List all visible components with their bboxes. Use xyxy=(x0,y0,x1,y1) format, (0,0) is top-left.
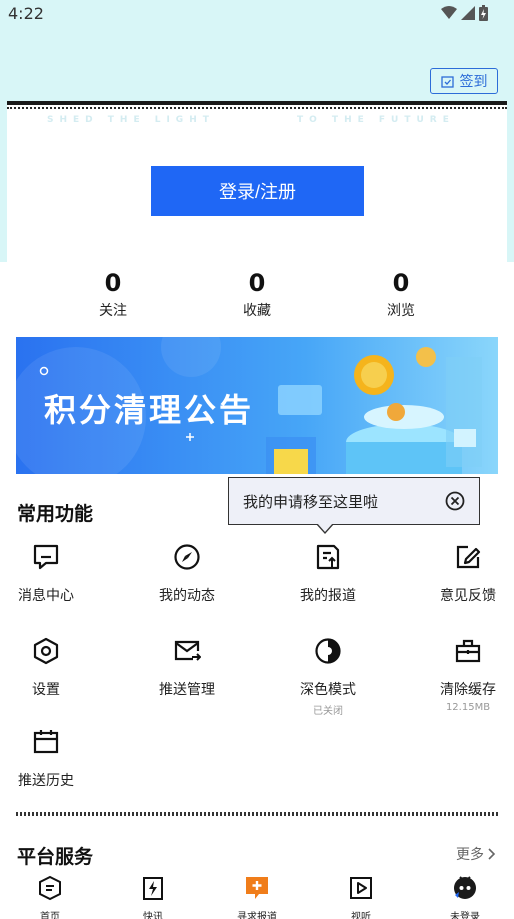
stat-value: 0 xyxy=(104,269,122,297)
feedback-button[interactable]: 意见反馈 xyxy=(418,543,514,605)
close-icon[interactable] xyxy=(445,491,465,511)
calendar-icon xyxy=(33,730,59,754)
flash-icon xyxy=(143,877,163,900)
stat-value: 0 xyxy=(392,269,410,297)
home-icon xyxy=(39,875,61,901)
battery-icon xyxy=(479,5,488,21)
tooltip-bubble: 我的申请移至这里啦 xyxy=(228,477,480,525)
wifi-icon xyxy=(441,6,457,19)
system-icons xyxy=(441,5,488,21)
push-management-button[interactable]: 推送管理 xyxy=(137,637,237,699)
compass-icon xyxy=(174,544,200,570)
checkin-button[interactable]: 签到 xyxy=(430,68,498,94)
banner-title: 积分清理公告 xyxy=(44,391,255,429)
dark-mode-status: 已关闭 xyxy=(313,706,343,717)
stat-favorites[interactable]: 0 收藏 xyxy=(207,268,307,320)
message-icon xyxy=(33,544,59,570)
bottom-navigation: 首页 快讯 寻求报道 视听 未登录 xyxy=(0,873,514,919)
nav-label: 寻求报道 xyxy=(237,912,277,919)
push-history-button[interactable]: 推送历史 xyxy=(0,728,96,790)
chevron-right-icon xyxy=(488,848,496,860)
dark-mode-button[interactable]: 深色模式 已关闭 xyxy=(278,637,378,717)
tooltip-text: 我的申请移至这里啦 xyxy=(243,492,379,511)
function-label: 我的动态 xyxy=(159,588,215,604)
login-register-button[interactable]: 登录/注册 xyxy=(151,166,364,216)
profile-page: 4:22 签到 SHED THE LIGHT TO THE FUTURE 登录/… xyxy=(0,0,514,919)
function-label: 深色模式 xyxy=(300,682,356,698)
nav-label: 未登录 xyxy=(450,912,480,919)
stat-label: 收藏 xyxy=(243,303,271,319)
slogan-right: TO THE FUTURE xyxy=(297,115,455,125)
more-link[interactable]: 更多 xyxy=(456,844,496,864)
stat-history[interactable]: 0 浏览 xyxy=(351,268,451,320)
platform-services-title: 平台服务 xyxy=(17,846,94,868)
card-top-border xyxy=(7,101,507,105)
points-banner[interactable]: 积分清理公告 xyxy=(16,337,498,474)
status-bar: 4:22 xyxy=(0,0,514,28)
nav-video[interactable]: 视听 xyxy=(321,875,401,919)
status-time: 4:22 xyxy=(8,4,44,23)
cache-size: 12.15MB xyxy=(445,702,491,713)
nav-label: 视听 xyxy=(351,912,371,919)
login-card: SHED THE LIGHT TO THE FUTURE 登录/注册 xyxy=(7,101,507,262)
stats-row: 0 关注 0 收藏 0 浏览 xyxy=(0,268,514,328)
settings-button[interactable]: 设置 xyxy=(0,637,96,699)
stat-value: 0 xyxy=(248,269,266,297)
common-functions-title: 常用功能 xyxy=(17,503,94,525)
stat-follow[interactable]: 0 关注 xyxy=(63,268,163,320)
function-label: 意见反馈 xyxy=(440,588,496,604)
my-reports-button[interactable]: 我的报道 xyxy=(278,543,378,605)
function-label: 我的报道 xyxy=(300,588,356,604)
tooltip-arrow-fill xyxy=(317,523,333,532)
nav-label: 首页 xyxy=(40,912,60,919)
slogan-left: SHED THE LIGHT xyxy=(47,115,215,125)
nav-home[interactable]: 首页 xyxy=(10,875,90,919)
signal-icon xyxy=(461,6,475,20)
dark-mode-icon xyxy=(315,638,341,664)
calendar-check-icon xyxy=(440,75,454,88)
profile-header: 4:22 签到 SHED THE LIGHT TO THE FUTURE 登录/… xyxy=(0,0,514,262)
stat-label: 关注 xyxy=(99,303,127,319)
nav-flash-news[interactable]: 快讯 xyxy=(113,875,193,919)
nav-profile[interactable]: 未登录 xyxy=(425,875,505,919)
function-label: 设置 xyxy=(32,682,60,698)
nav-seek-coverage[interactable]: 寻求报道 xyxy=(217,875,297,919)
nav-label: 快讯 xyxy=(143,912,163,919)
mail-icon xyxy=(174,640,202,661)
plus-bubble-icon xyxy=(246,877,268,899)
settings-icon xyxy=(33,637,59,665)
edit-icon xyxy=(456,545,481,569)
clear-cache-button[interactable]: 清除缓存 12.15MB xyxy=(418,637,514,713)
function-label: 推送管理 xyxy=(159,682,215,698)
report-icon xyxy=(316,544,340,570)
more-label: 更多 xyxy=(456,847,484,863)
function-label: 推送历史 xyxy=(18,773,74,789)
avatar-icon xyxy=(454,876,476,899)
stat-label: 浏览 xyxy=(387,303,415,319)
play-icon xyxy=(350,877,372,899)
function-label: 消息中心 xyxy=(18,588,74,604)
checkin-label: 签到 xyxy=(459,73,488,89)
section-divider xyxy=(16,812,498,816)
toolbox-icon xyxy=(455,639,481,663)
function-label: 清除缓存 xyxy=(440,682,496,698)
card-dotted-line xyxy=(7,107,507,109)
my-activity-button[interactable]: 我的动态 xyxy=(137,543,237,605)
message-center-button[interactable]: 消息中心 xyxy=(0,543,96,605)
